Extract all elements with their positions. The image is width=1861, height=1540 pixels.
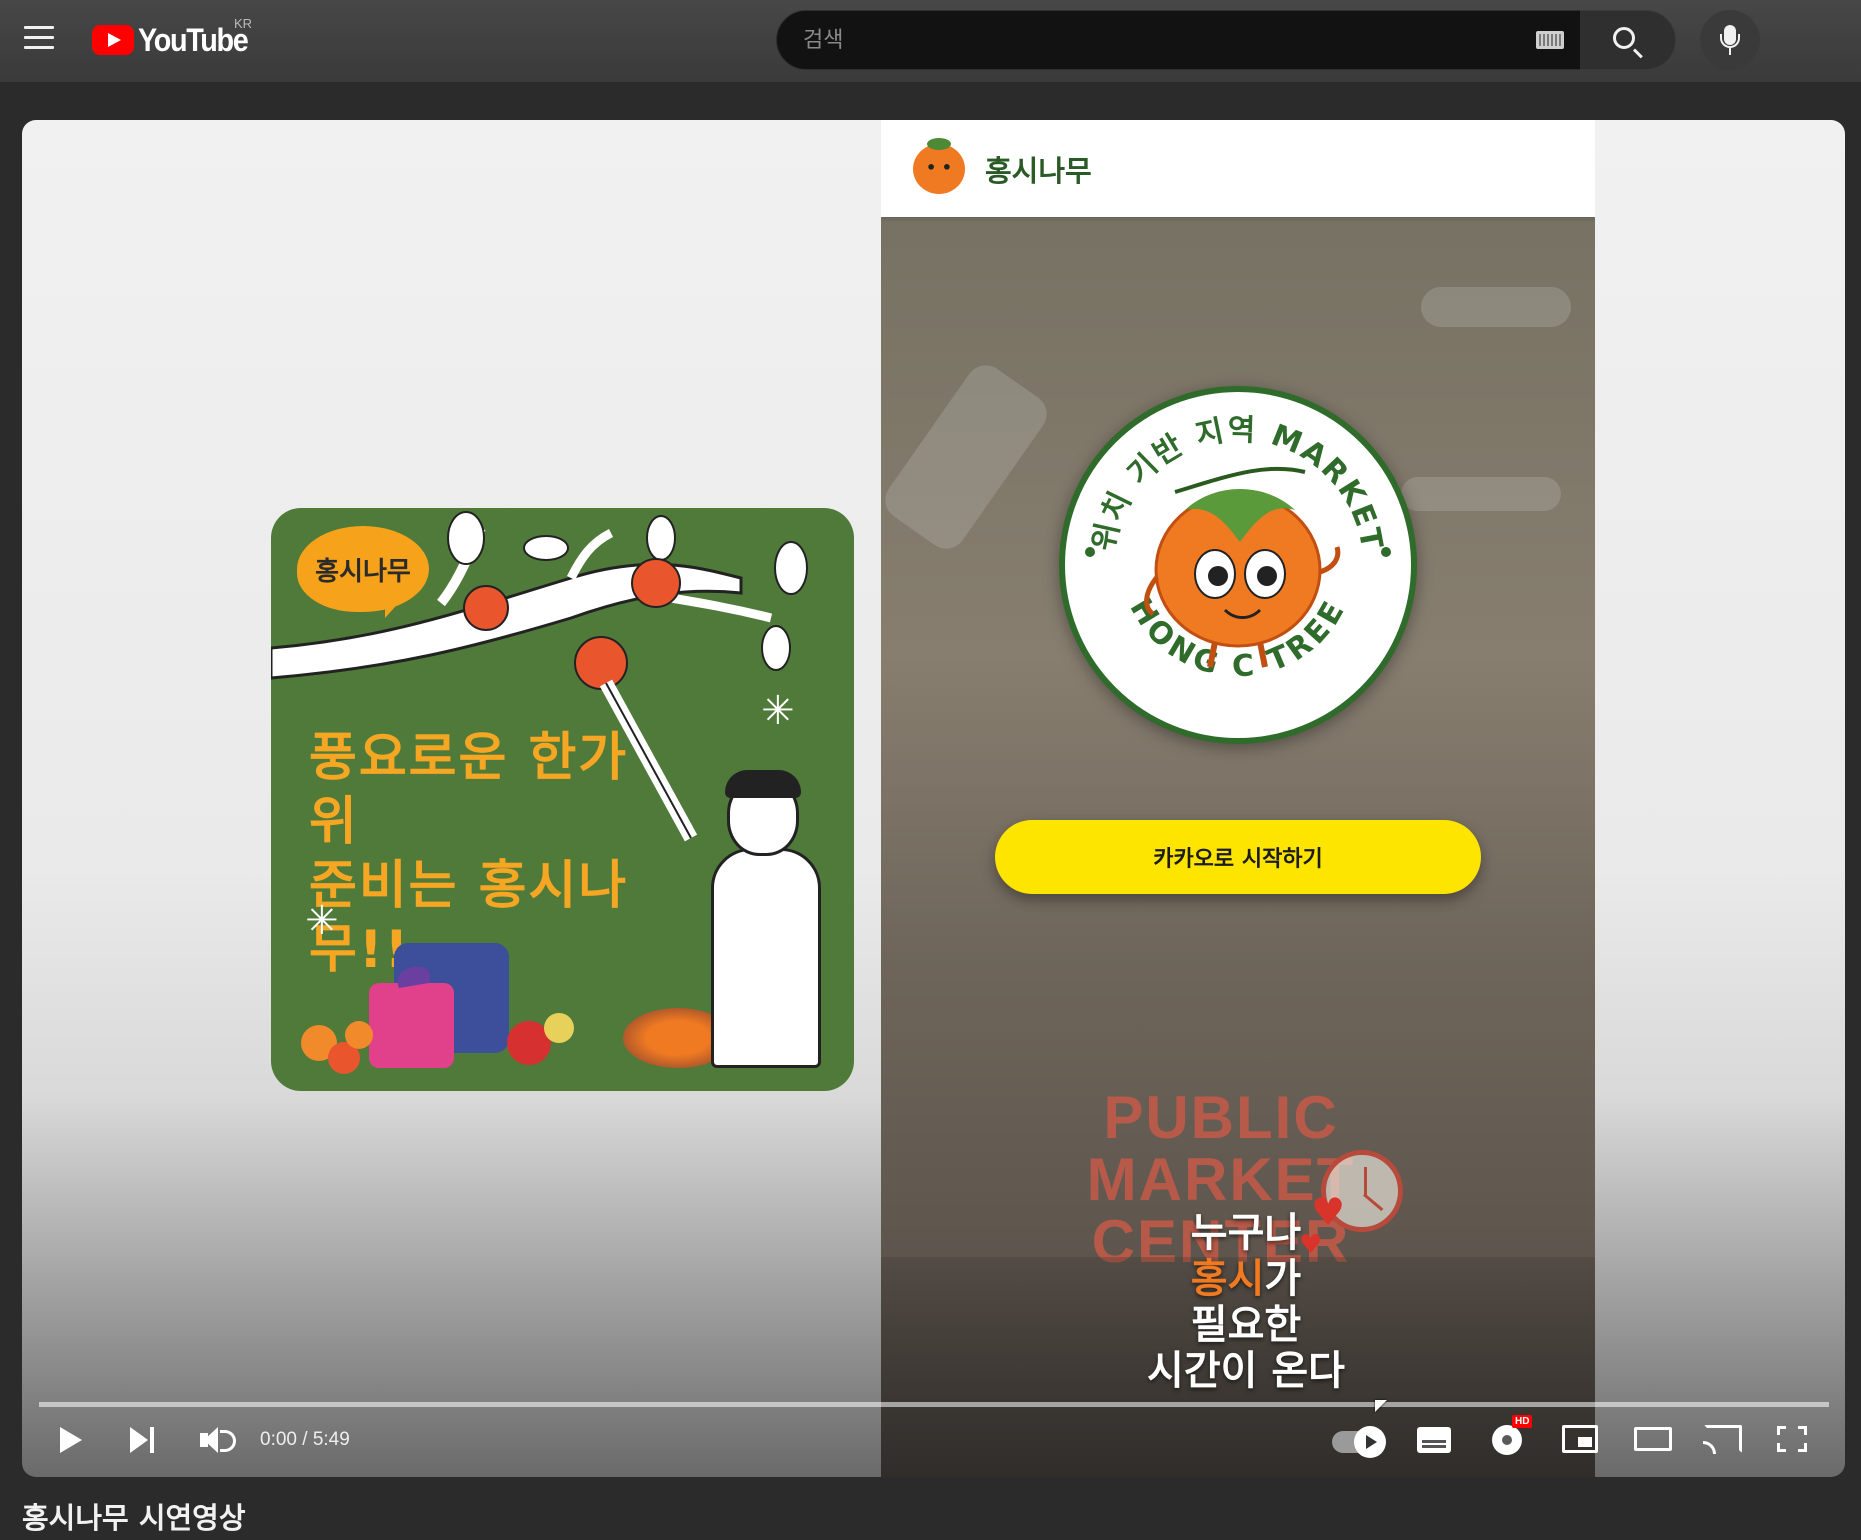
sign-line1: PUBLIC [1103,1084,1339,1151]
sparkle-icon: ✳ [761,688,795,734]
kakao-login-button[interactable]: 카카오로 시작하기 [995,820,1481,894]
app-screen-mockup: PUBLIC MARKET CENTER 홍시나무 위치 기반 지역 MARKE… [881,120,1595,1477]
miniplayer-icon[interactable] [1562,1425,1598,1453]
mouse-cursor-icon [1375,1400,1387,1412]
player-controls: 0:00 / 5:49 HD [22,1415,1845,1477]
autoplay-play-icon [1354,1426,1386,1458]
settings-gear-icon[interactable] [1492,1425,1522,1455]
video-title: 홍시나무 시연영상 [22,1501,246,1535]
search-button[interactable] [1581,10,1676,70]
subtitles-icon[interactable] [1417,1427,1451,1453]
slogan-text: 누구나 홍시가 필요한 시간이 온다 [1101,1210,1391,1394]
hd-badge: HD [1512,1415,1533,1428]
promo-bubble: 홍시나무 [297,526,429,618]
search-input[interactable] [776,10,1581,70]
search-bar [776,10,1676,70]
cast-icon[interactable] [1703,1425,1742,1454]
person-illustration [711,848,821,1068]
theater-mode-icon[interactable] [1634,1427,1672,1451]
top-bar: YouTube KR [0,0,1861,82]
next-icon[interactable] [130,1427,158,1455]
time-display: 0:00 / 5:49 [260,1429,350,1450]
slogan-line2-rest: 가 [1264,1256,1302,1302]
gift-box-illustration [301,943,574,1074]
slogan-line1: 누구나 [1190,1210,1302,1256]
autoplay-toggle[interactable] [1332,1426,1386,1458]
voice-search-button[interactable] [1700,10,1760,70]
video-player[interactable]: 홍시나무 풍요로운 한가위 준비는 홍시나무!! ✳ ✳ PUBLIC MARK… [22,120,1845,1477]
keyboard-icon[interactable] [1536,31,1564,49]
youtube-logo[interactable]: YouTube KR [92,16,260,58]
slogan-line3: 필요한 [1190,1302,1302,1348]
menu-icon[interactable] [24,26,54,50]
country-code: KR [234,16,253,31]
slogan-accent: 홍시 [1190,1256,1265,1302]
fullscreen-icon[interactable] [1777,1426,1807,1452]
search-icon [1613,27,1635,49]
app-title: 홍시나무 [985,153,1092,188]
slogan-line4: 시간이 온다 [1147,1348,1345,1394]
youtube-play-icon [92,25,134,55]
play-icon[interactable] [60,1427,82,1453]
promo-headline-line1: 풍요로운 한가위 [309,728,629,852]
progress-bar[interactable] [39,1402,1829,1407]
persimmon-logo-icon [913,137,965,194]
promo-image: 홍시나무 풍요로운 한가위 준비는 홍시나무!! ✳ ✳ [271,508,854,1091]
persimmon-mascot-icon: 위치 기반 지역 MARKET HONG C TREE [1085,413,1391,685]
hong-c-tree-badge: 위치 기반 지역 MARKET HONG C TREE [1059,386,1417,744]
logo-wordmark: YouTube [138,21,249,58]
volume-icon[interactable] [200,1427,236,1455]
app-header: 홍시나무 [881,120,1595,217]
